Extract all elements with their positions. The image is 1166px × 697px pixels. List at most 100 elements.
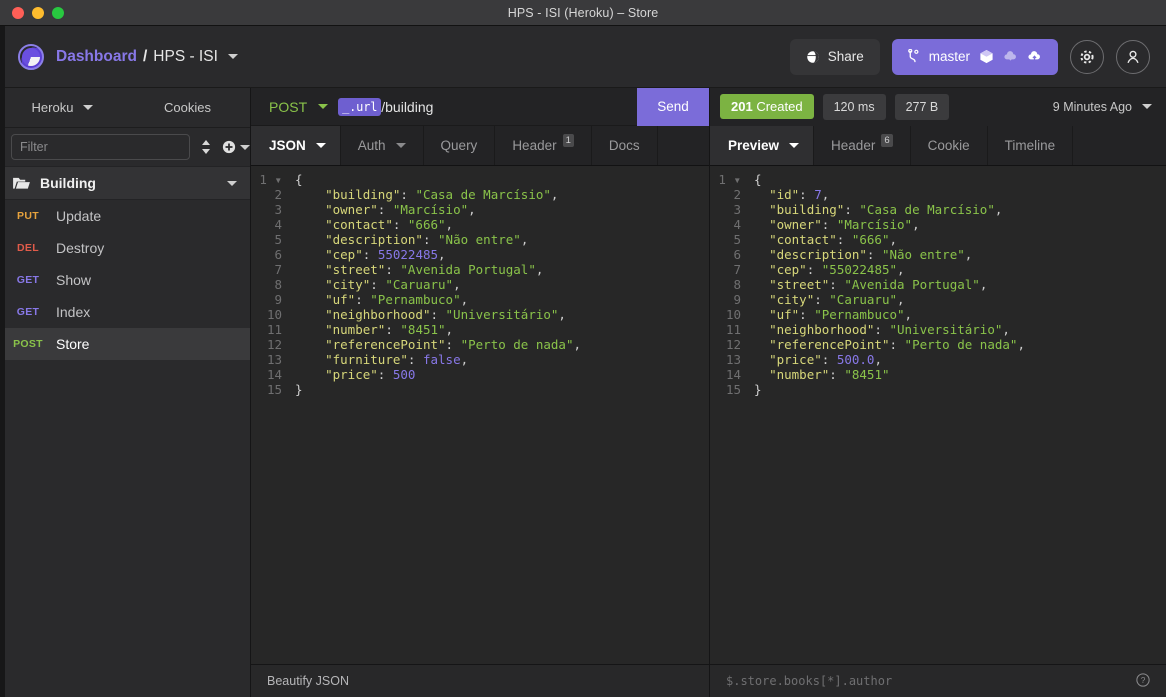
minimize-button[interactable] [32, 6, 44, 19]
beautify-json-button[interactable]: Beautify JSON [267, 674, 349, 688]
line-number: 13 [725, 352, 741, 367]
sidebar-request-item[interactable]: PUT Update [0, 200, 250, 232]
line-number: 11 [725, 322, 741, 337]
line-number: 12 [266, 337, 282, 352]
sort-icon[interactable] [200, 138, 212, 156]
tab-label: Header [831, 138, 876, 153]
code-line: "neighborhood": "Universitário", [325, 307, 566, 322]
request-tab-auth[interactable]: Auth [341, 126, 424, 165]
method-selector[interactable]: POST [251, 99, 338, 115]
response-tab-preview[interactable]: Preview [710, 126, 815, 165]
response-status-bar: 201 Created 120 ms 277 B 9 Minutes Ago [710, 87, 1166, 126]
line-number: 4 [274, 217, 282, 232]
request-tab-docs[interactable]: Docs [592, 126, 658, 165]
request-body-editor[interactable]: 1 ▾ 2 3 4 5 6 7 8 9 10 11 12 13 14 15 { "building": "C… [251, 166, 709, 664]
sidebar-request-item[interactable]: POST Store [0, 328, 250, 360]
jsonpath-filter-input[interactable]: $.store.books[*].author [726, 674, 892, 688]
request-method-label: GET [16, 274, 40, 286]
url-input[interactable]: _.url /building [338, 97, 637, 116]
request-method-label: DEL [17, 242, 39, 254]
response-statusbar: $.store.books[*].author ? [710, 664, 1166, 697]
line-number: 9 [274, 292, 282, 307]
branch-button[interactable]: master [891, 38, 1058, 75]
url-path: /building [381, 98, 434, 115]
sidebar: Heroku Cookies Filter Building PUT Updat… [0, 88, 251, 697]
sidebar-request-item[interactable]: GET Show [0, 264, 250, 296]
line-number: 6 [274, 247, 282, 262]
sidebar-tab-cookies-label: Cookies [164, 100, 211, 115]
response-tab-cookie[interactable]: Cookie [911, 126, 988, 165]
request-name-label: Show [56, 272, 92, 288]
code-line: "neighborhood": "Universitário", [769, 322, 1010, 337]
chevron-down-icon [318, 104, 329, 109]
response-age-selector[interactable]: 9 Minutes Ago [1053, 100, 1152, 114]
close-button[interactable] [12, 6, 24, 19]
response-tab-header[interactable]: Header 6 [814, 126, 911, 165]
chevron-down-icon [83, 105, 94, 110]
sidebar-request-item[interactable]: DEL Destroy [0, 232, 250, 264]
code-line: { [295, 172, 303, 187]
code-line: "building": "Casa de Marcísio", [769, 202, 1003, 217]
sidebar-folder-label: Building [40, 175, 96, 191]
help-circle-icon[interactable]: ? [1136, 672, 1150, 690]
tab-label: Timeline [1004, 138, 1056, 153]
breadcrumb-dashboard[interactable]: Dashboard [56, 48, 137, 66]
code-line: "street": "Avenida Portugal", [325, 262, 544, 277]
app-body: Heroku Cookies Filter Building PUT Updat… [0, 87, 1166, 697]
code-line: "city": "Caruaru", [325, 277, 461, 292]
tab-label: Header [512, 138, 557, 153]
request-tabbar: JSON Auth Query Header 1 Docs [251, 126, 709, 166]
request-method-label: GET [16, 306, 40, 318]
tab-badge: 6 [881, 134, 893, 147]
account-button[interactable] [1116, 39, 1150, 74]
request-tabbar-filler [658, 126, 709, 165]
code-line: "owner": "Marcísio", [769, 217, 920, 232]
send-button[interactable]: Send [637, 87, 709, 126]
chevron-down-icon[interactable] [227, 54, 238, 59]
request-gutter: 1 ▾ 2 3 4 5 6 7 8 9 10 11 12 13 14 15 [251, 172, 287, 664]
line-number: 13 [266, 352, 282, 367]
window-title: HPS - ISI (Heroku) – Store [507, 5, 659, 20]
code-line: "uf": "Pernambuco", [325, 292, 469, 307]
request-code[interactable]: { "building": "Casa de Marcísio", "owner… [287, 172, 709, 664]
share-button[interactable]: Share [789, 38, 880, 75]
status-badge: 201 Created [720, 94, 814, 119]
chevron-down-icon [789, 143, 800, 148]
request-tab-query[interactable]: Query [424, 126, 496, 165]
request-tab-header[interactable]: Header 1 [495, 126, 592, 165]
response-tab-timeline[interactable]: Timeline [988, 126, 1074, 165]
sidebar-folder-building[interactable]: Building [0, 166, 250, 200]
code-line: "owner": "Marcísio", [325, 202, 476, 217]
sidebar-tab-heroku[interactable]: Heroku [0, 88, 125, 127]
code-line: "price": 500.0, [769, 352, 882, 367]
line-number: 5 [274, 232, 282, 247]
line-number: 9 [733, 292, 741, 307]
app-logo-icon [18, 43, 44, 70]
line-number: 14 [725, 367, 741, 382]
code-line: "cep": "55022485", [769, 262, 905, 277]
code-line: "street": "Avenida Portugal", [769, 277, 988, 292]
globe-icon [806, 50, 819, 63]
filter-input[interactable] [11, 134, 190, 160]
sidebar-tabs: Heroku Cookies [0, 88, 250, 128]
cloud-upload-icon[interactable] [1027, 49, 1042, 64]
code-line: } [295, 382, 303, 397]
zoom-button[interactable] [52, 6, 64, 19]
tab-label: JSON [269, 138, 306, 153]
line-number: 1 ▾ [718, 172, 741, 187]
settings-button[interactable] [1070, 39, 1104, 74]
add-circle-icon[interactable] [222, 140, 250, 154]
cloud-download-icon[interactable] [1003, 49, 1018, 64]
header-actions: Share master [789, 38, 1150, 75]
response-tabbar: Preview Header 6 Cookie Timeline [710, 126, 1166, 166]
request-response-panes: POST _.url /building Send JSON Auth Query H… [251, 87, 1166, 697]
line-number: 3 [274, 202, 282, 217]
request-tab-json[interactable]: JSON [251, 126, 341, 165]
sidebar-tab-cookies[interactable]: Cookies [125, 88, 250, 127]
brand: Dashboard / HPS - ISI [18, 43, 238, 70]
chevron-down-icon[interactable] [227, 180, 237, 186]
package-icon[interactable] [979, 49, 994, 64]
sidebar-request-item[interactable]: GET Index [0, 296, 250, 328]
response-body-viewer[interactable]: 1 ▾ 2 3 4 5 6 7 8 9 10 11 12 13 14 15 { "id": 7, "buil… [710, 166, 1166, 664]
url-variable-chip[interactable]: _.url [338, 97, 382, 116]
